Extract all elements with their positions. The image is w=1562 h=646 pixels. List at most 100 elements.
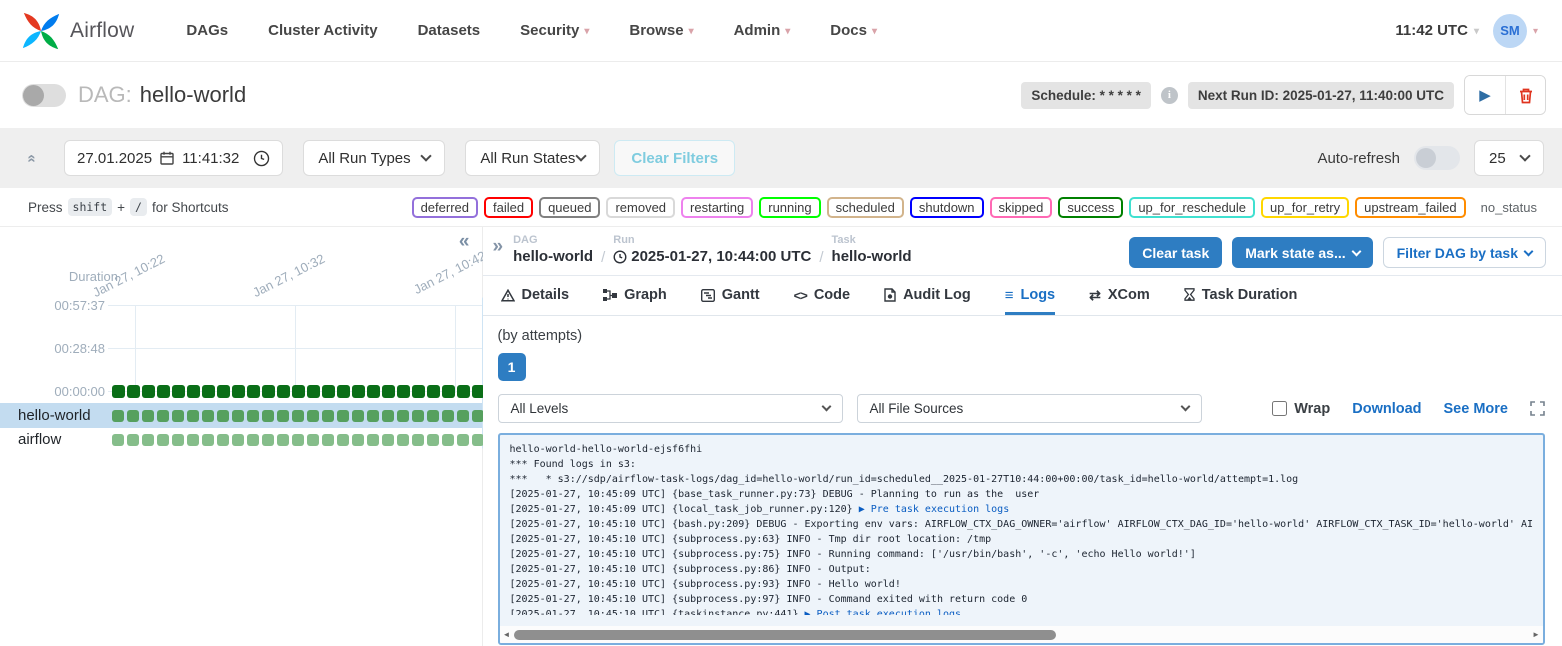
tab-graph[interactable]: Graph	[603, 276, 667, 315]
task-row-hello-world[interactable]: hello-world	[0, 403, 482, 428]
task-instance-square[interactable]	[247, 434, 259, 446]
task-instance-square[interactable]	[337, 410, 349, 422]
task-instance-square[interactable]	[427, 410, 439, 422]
breadcrumb-dag[interactable]: DAG hello-world	[513, 234, 593, 267]
task-instance-square[interactable]	[142, 434, 154, 446]
legend-removed[interactable]: removed	[606, 197, 675, 218]
task-instance-square[interactable]	[157, 410, 169, 422]
wrap-checkbox[interactable]: Wrap	[1272, 401, 1330, 417]
task-instance-square[interactable]	[247, 410, 259, 422]
task-instance-square[interactable]	[352, 410, 364, 422]
breadcrumb-run[interactable]: Run 2025-01-27, 10:44:00 UTC	[613, 234, 811, 267]
task-instance-square[interactable]	[442, 410, 454, 422]
dag-run-square[interactable]	[217, 385, 230, 398]
legend-restarting[interactable]: restarting	[681, 197, 753, 218]
dag-run-square[interactable]	[187, 385, 200, 398]
dag-run-square[interactable]	[142, 385, 155, 398]
tab-task-duration[interactable]: Task Duration	[1184, 276, 1298, 315]
dag-run-square[interactable]	[232, 385, 245, 398]
legend-skipped[interactable]: skipped	[990, 197, 1053, 218]
breadcrumb-task[interactable]: Task hello-world	[832, 234, 912, 267]
task-row-airflow[interactable]: airflow	[0, 428, 482, 451]
legend-up_for_reschedule[interactable]: up_for_reschedule	[1129, 197, 1255, 218]
task-instance-square[interactable]	[112, 410, 124, 422]
airflow-brand[interactable]: Airflow	[20, 10, 134, 52]
dag-run-square[interactable]	[322, 385, 335, 398]
task-instance-square[interactable]	[352, 434, 364, 446]
nav-item-browse[interactable]: Browse▾	[629, 22, 693, 39]
task-instance-square[interactable]	[457, 410, 469, 422]
dag-run-square[interactable]	[442, 385, 455, 398]
scrollbar-thumb[interactable]	[514, 630, 1057, 640]
task-instance-square[interactable]	[367, 410, 379, 422]
scroll-right-icon[interactable]: ►	[1529, 630, 1543, 639]
task-instance-square[interactable]	[217, 410, 229, 422]
task-instance-square[interactable]	[412, 410, 424, 422]
task-instance-square[interactable]	[202, 434, 214, 446]
auto-refresh-toggle[interactable]	[1414, 146, 1460, 170]
legend-deferred[interactable]: deferred	[412, 197, 478, 218]
fullscreen-icon[interactable]	[1530, 401, 1545, 416]
nav-item-dags[interactable]: DAGs	[186, 22, 228, 39]
log-horizontal-scrollbar[interactable]: ◄ ►	[500, 626, 1544, 643]
task-instance-square[interactable]	[202, 410, 214, 422]
task-instance-square[interactable]	[322, 434, 334, 446]
legend-queued[interactable]: queued	[539, 197, 600, 218]
task-instance-square[interactable]	[262, 410, 274, 422]
clear-filters-button[interactable]: Clear Filters	[614, 140, 735, 176]
filter-dag-by-task-button[interactable]: Filter DAG by task	[1383, 237, 1546, 268]
nav-item-admin[interactable]: Admin▾	[734, 22, 791, 39]
trigger-dag-button[interactable]: ▶	[1465, 76, 1505, 114]
dag-run-square[interactable]	[112, 385, 125, 398]
task-instance-square[interactable]	[382, 434, 394, 446]
task-instance-square[interactable]	[412, 434, 424, 446]
run-states-select[interactable]: All Run States	[465, 140, 600, 176]
attempt-1-button[interactable]: 1	[498, 353, 526, 381]
legend-success[interactable]: success	[1058, 197, 1123, 218]
download-log-button[interactable]: Download	[1352, 401, 1421, 417]
log-group-toggle[interactable]: ▶ Post task execution logs	[805, 609, 962, 615]
run-types-select[interactable]: All Run Types	[303, 140, 445, 176]
timezone-selector[interactable]: 11:42 UTC ▾	[1395, 22, 1479, 39]
dag-run-square[interactable]	[157, 385, 170, 398]
task-instance-square[interactable]	[457, 434, 469, 446]
mark-state-button[interactable]: Mark state as...	[1232, 237, 1372, 268]
dag-run-square[interactable]	[367, 385, 380, 398]
dag-run-square[interactable]	[427, 385, 440, 398]
info-icon[interactable]: i	[1161, 87, 1178, 104]
task-instance-square[interactable]	[277, 434, 289, 446]
see-more-button[interactable]: See More	[1444, 401, 1508, 417]
legend-scheduled[interactable]: scheduled	[827, 197, 904, 218]
legend-failed[interactable]: failed	[484, 197, 533, 218]
wrap-checkbox-input[interactable]	[1272, 401, 1287, 416]
task-instance-square[interactable]	[127, 434, 139, 446]
log-viewer[interactable]: hello-world-hello-world-ejsf6fhi*** Foun…	[498, 433, 1546, 645]
task-instance-square[interactable]	[397, 410, 409, 422]
tab-code[interactable]: <> Code	[794, 276, 850, 315]
task-instance-square[interactable]	[292, 410, 304, 422]
task-instance-square[interactable]	[232, 434, 244, 446]
dag-run-square[interactable]	[412, 385, 425, 398]
dag-run-square[interactable]	[382, 385, 395, 398]
dag-run-square[interactable]	[337, 385, 350, 398]
legend-up_for_retry[interactable]: up_for_retry	[1261, 197, 1349, 218]
tab-gantt[interactable]: Gantt	[701, 276, 760, 315]
base-date-input[interactable]: 27.01.2025 11:41:32	[64, 140, 283, 176]
dag-run-square[interactable]	[202, 385, 215, 398]
legend-running[interactable]: running	[759, 197, 820, 218]
log-levels-select[interactable]: All Levels	[498, 394, 843, 423]
tab-xcom[interactable]: ⇄ XCom	[1089, 276, 1150, 315]
task-instance-square[interactable]	[217, 434, 229, 446]
log-group-toggle[interactable]: ▶ Pre task execution logs	[859, 504, 1010, 515]
scroll-left-icon[interactable]: ◄	[500, 630, 514, 639]
nav-item-cluster-activity[interactable]: Cluster Activity	[268, 22, 377, 39]
task-instance-square[interactable]	[292, 434, 304, 446]
task-instance-square[interactable]	[172, 434, 184, 446]
task-instance-square[interactable]	[172, 410, 184, 422]
task-instance-square[interactable]	[307, 434, 319, 446]
page-size-select[interactable]: 25	[1474, 140, 1544, 176]
dag-run-square[interactable]	[397, 385, 410, 398]
task-instance-square[interactable]	[187, 434, 199, 446]
task-instance-square[interactable]	[307, 410, 319, 422]
task-instance-square[interactable]	[277, 410, 289, 422]
